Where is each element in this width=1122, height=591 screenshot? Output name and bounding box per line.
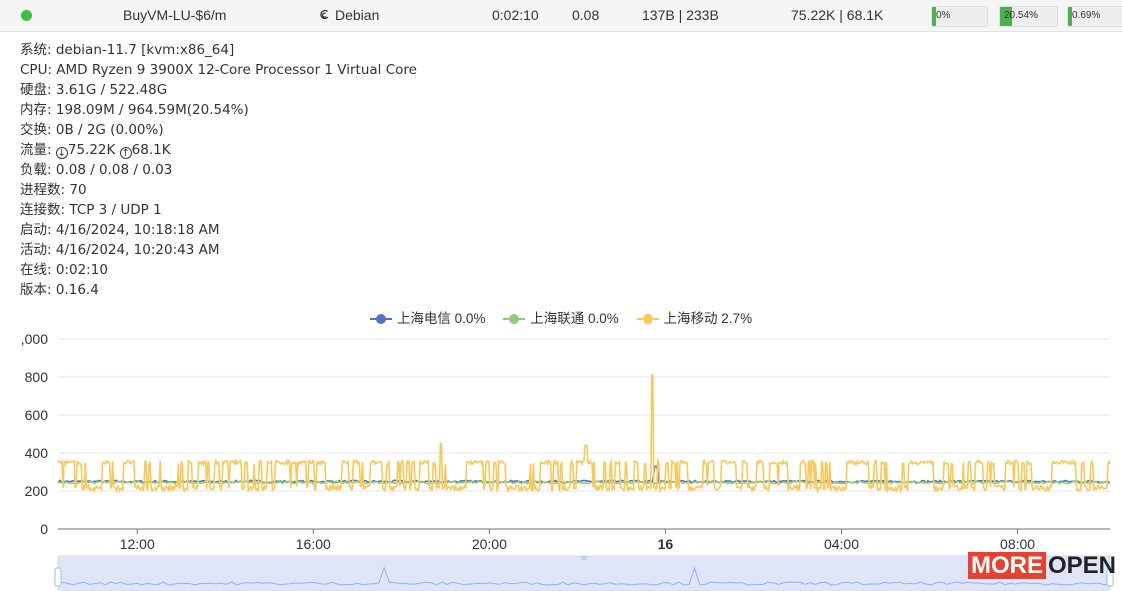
memory-bar: 20.54%: [999, 6, 1058, 27]
detail-memory: 内存: 198.09M / 964.59M(20.54%): [20, 102, 249, 118]
detail-boot: 启动: 4/16/2024, 10:18:18 AM: [20, 222, 220, 238]
y-tick-label: ,000: [21, 331, 48, 347]
os-label: Debian: [318, 7, 379, 23]
disk-bar-label: 0.69%: [1072, 10, 1101, 21]
detail-version: 版本: 0.16.4: [20, 282, 99, 298]
x-tick-label: 20:00: [472, 536, 507, 552]
network-speed: 137B | 233B: [642, 7, 719, 23]
detail-active: 活动: 4/16/2024, 10:20:43 AM: [20, 242, 220, 258]
server-row[interactable]: BuyVM-LU-$6/m Debian 0:02:10 0.08 137B |…: [0, 0, 1122, 32]
uptime: 0:02:10: [492, 7, 539, 23]
zoom-slider-move-handle: [581, 556, 587, 560]
cpu-bar: 0%: [931, 6, 988, 27]
detail-processes: 进程数: 70: [20, 182, 87, 198]
download-icon: ↓: [55, 147, 68, 159]
upload-icon: ↑: [119, 147, 132, 159]
latency-chart: 上海电信 0.0% 上海联通 0.0% 上海移动 2.7% ,000 800 600…: [0, 300, 1122, 591]
status-indicator: [21, 10, 32, 21]
zoom-slider-left-handle: [54, 567, 62, 587]
load: 0.08: [572, 7, 600, 23]
detail-online: 在线: 0:02:10: [20, 262, 108, 278]
memory-bar-label: 20.54%: [1004, 10, 1038, 21]
cpu-bar-label: 0%: [936, 10, 951, 21]
debian-icon: [320, 9, 329, 20]
detail-traffic: 流量: ↓ 75.22K ↑ 68.1K: [20, 142, 171, 159]
y-tick-label: 200: [25, 483, 49, 499]
y-tick-label: 0: [40, 521, 48, 537]
detail-system: 系统: debian-11.7 [kvm:x86_64]: [20, 42, 235, 58]
traffic: 75.22K | 68.1K: [791, 7, 884, 23]
detail-disk: 硬盘: 3.61G / 522.48G: [20, 82, 168, 98]
watermark-logo: MORE OPEN: [968, 552, 1116, 579]
x-tick-label: 08:00: [1000, 536, 1035, 552]
detail-load: 负载: 0.08 / 0.08 / 0.03: [20, 162, 173, 178]
server-name[interactable]: BuyVM-LU-$6/m: [123, 7, 226, 23]
x-tick-label: 12:00: [120, 536, 155, 552]
detail-swap: 交换: 0B / 2G (0.00%): [20, 122, 164, 138]
y-tick-label: 600: [25, 407, 49, 423]
chart-canvas: ,000 800 600 400 200 0 12:00 16:00 20:00 16 04:00 0…: [21, 331, 1114, 591]
series-line-mobile: [57, 374, 1111, 494]
disk-bar: 0.69%: [1067, 6, 1122, 27]
x-tick-label: 16: [658, 536, 674, 552]
detail-connections: 连接数: TCP 3 / UDP 1: [20, 202, 162, 218]
y-tick-label: 400: [25, 445, 49, 461]
y-tick-label: 800: [25, 369, 49, 385]
x-tick-label: 16:00: [296, 536, 331, 552]
x-tick-label: 04:00: [824, 536, 859, 552]
detail-cpu: CPU: AMD Ryzen 9 3900X 12-Core Processor…: [20, 62, 417, 78]
server-details: 系统: debian-11.7 [kvm:x86_64] CPU: AMD Ry…: [20, 40, 417, 300]
zoom-slider-track: [57, 555, 1111, 591]
